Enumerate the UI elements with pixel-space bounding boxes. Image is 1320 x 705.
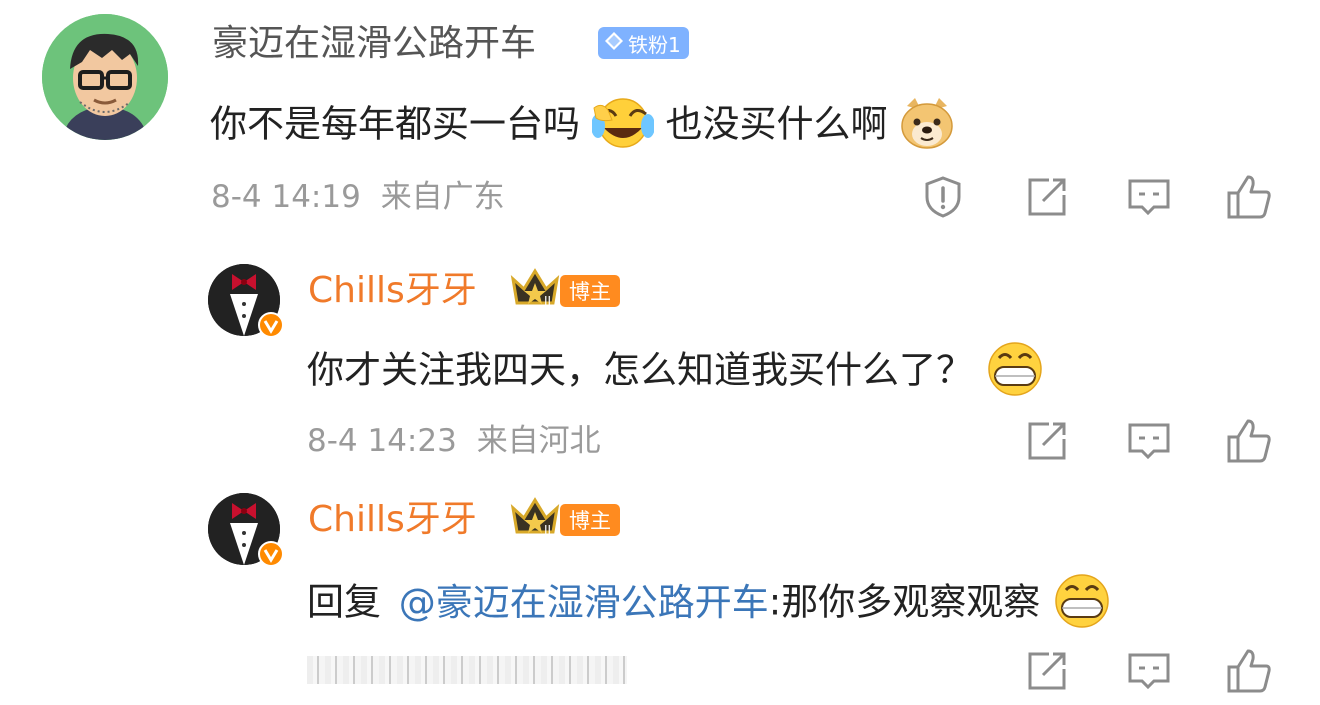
reply2-username[interactable]: Chills牙牙	[308, 502, 477, 538]
share-edit-icon	[1025, 649, 1069, 693]
comment-text-part2: 也没买什么啊	[665, 102, 888, 146]
reply1-avatar-wrap[interactable]	[208, 264, 288, 344]
shield-exclamation-icon	[921, 175, 965, 219]
report-button[interactable]	[918, 172, 968, 222]
laughing-crying-emoji-icon	[590, 98, 655, 154]
fan-badge: 铁粉1	[598, 27, 689, 59]
commenter-avatar[interactable]	[42, 14, 168, 140]
crown-icon: II	[510, 496, 560, 542]
reply2-prefix: 回复	[307, 580, 381, 624]
reply1-location: 来自河北	[476, 423, 601, 459]
reply2-like-button[interactable]	[1224, 646, 1274, 696]
comment-text: 你不是每年都买一台吗 也没买什么啊	[210, 96, 955, 156]
thumbs-up-icon	[1225, 647, 1273, 695]
reply1-text-wrap: 你才关注我四天，怎么知道我买什么了？	[307, 341, 1045, 403]
grin-emoji-icon	[1052, 573, 1112, 635]
reply2-avatar-wrap[interactable]	[208, 493, 288, 573]
thumbs-up-icon	[1225, 173, 1273, 221]
comment-location: 来自广东	[380, 179, 505, 215]
comment-icon	[1126, 649, 1172, 693]
svg-text:II: II	[544, 294, 551, 308]
verified-v-icon	[258, 541, 284, 571]
share-button[interactable]	[1022, 172, 1072, 222]
reply1-comment-button[interactable]	[1124, 416, 1174, 466]
reply1-share-button[interactable]	[1022, 416, 1072, 466]
commenter-username[interactable]: 豪迈在湿滑公路开车	[212, 26, 536, 62]
reply1-username[interactable]: Chills牙牙	[308, 273, 477, 309]
svg-text:II: II	[544, 523, 551, 537]
host-badge: 博主	[560, 504, 620, 536]
comment-timestamp: 8-4 14:19	[211, 179, 361, 215]
grin-emoji-icon	[985, 341, 1045, 403]
comment-meta: 8-4 14:19 来自广东	[211, 182, 505, 213]
crown-icon: II	[510, 267, 560, 313]
mention-link[interactable]: @豪迈在湿滑公路开车	[399, 581, 769, 624]
like-button[interactable]	[1224, 172, 1274, 222]
reply2-meta-obscured	[307, 656, 627, 684]
reply2-share-button[interactable]	[1022, 646, 1072, 696]
verified-v-icon	[258, 312, 284, 342]
doge-emoji-icon	[899, 96, 955, 156]
host-badge: 博主	[560, 275, 620, 307]
reply2-text: :那你多观察观察	[768, 580, 1041, 624]
comment-icon	[1126, 419, 1172, 463]
reply1-timestamp: 8-4 14:23	[307, 423, 457, 459]
comment-button[interactable]	[1124, 172, 1174, 222]
comment-text-part1: 你不是每年都买一台吗	[210, 102, 580, 146]
reply1-text: 你才关注我四天，怎么知道我买什么了？	[307, 348, 973, 392]
reply1-like-button[interactable]	[1224, 416, 1274, 466]
comment-icon	[1126, 175, 1172, 219]
thumbs-up-icon	[1225, 417, 1273, 465]
reply2-text-wrap: 回复 @豪迈在湿滑公路开车:那你多观察观察	[307, 573, 1112, 635]
share-edit-icon	[1025, 419, 1069, 463]
diamond-icon	[604, 31, 624, 56]
share-edit-icon	[1025, 175, 1069, 219]
reply1-meta: 8-4 14:23 来自河北	[307, 426, 601, 457]
fan-badge-label: 铁粉1	[628, 32, 681, 57]
reply2-comment-button[interactable]	[1124, 646, 1174, 696]
